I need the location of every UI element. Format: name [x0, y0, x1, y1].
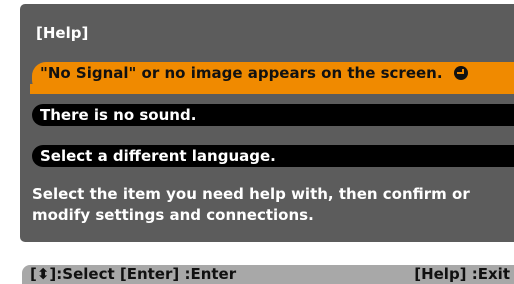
- panel-title: [Help]: [36, 24, 89, 42]
- select-enter-hint: [⬍]:Select [Enter] :Enter: [30, 265, 237, 283]
- help-item-no-sound[interactable]: There is no sound.: [32, 104, 514, 126]
- key-hint-bar: [⬍]:Select [Enter] :Enter [Help] :Exit: [22, 265, 514, 284]
- selection-highlight: [30, 84, 514, 94]
- help-description: Select the item you need help with, then…: [32, 185, 470, 224]
- exit-hint: [Help] :Exit: [414, 265, 510, 283]
- help-panel: [Help] "No Signal" or no image appears o…: [20, 4, 514, 242]
- help-item-language[interactable]: Select a different language.: [32, 145, 514, 167]
- help-item-label: "No Signal" or no image appears on the s…: [40, 64, 443, 82]
- help-item-label: There is no sound.: [40, 106, 197, 124]
- help-item-no-signal[interactable]: "No Signal" or no image appears on the s…: [30, 62, 514, 94]
- help-item-label: Select a different language.: [40, 147, 276, 165]
- enter-icon: [453, 66, 468, 80]
